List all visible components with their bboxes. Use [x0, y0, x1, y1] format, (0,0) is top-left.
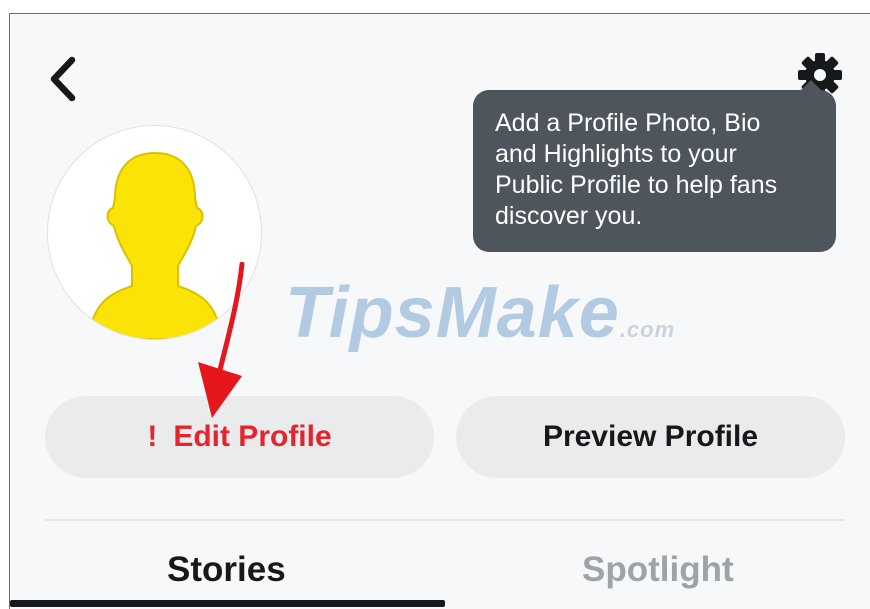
watermark-brand: TipsMake: [285, 273, 620, 353]
active-tab-indicator: [10, 600, 445, 607]
red-arrow-annotation-icon: [198, 262, 245, 418]
profile-screen: Add a Profile Photo, Bio and Highlights …: [9, 13, 870, 609]
back-button[interactable]: [46, 54, 86, 104]
tooltip-line: discover you.: [495, 202, 643, 230]
tooltip-line: Add a Profile Photo, Bio: [495, 109, 761, 137]
public-profile-tooltip: Add a Profile Photo, Bio and Highlights …: [473, 80, 836, 252]
preview-profile-label: Preview Profile: [542, 420, 759, 453]
watermark-suffix: .com: [619, 317, 676, 342]
divider: [45, 519, 845, 521]
tab-stories[interactable]: Stories: [167, 550, 286, 590]
edit-profile-label: Edit Profile: [173, 420, 332, 453]
chevron-left-icon: [50, 56, 76, 102]
preview-profile-button[interactable]: Preview Profile: [456, 396, 845, 478]
alert-icon: !: [147, 420, 158, 453]
tab-spotlight[interactable]: Spotlight: [582, 550, 734, 590]
tooltip-arrow: [800, 80, 822, 91]
tooltip-line: Public Profile to help fans: [495, 171, 778, 199]
tooltip-line: and Highlights to your: [495, 140, 737, 168]
watermark: TipsMake.com: [285, 272, 675, 354]
